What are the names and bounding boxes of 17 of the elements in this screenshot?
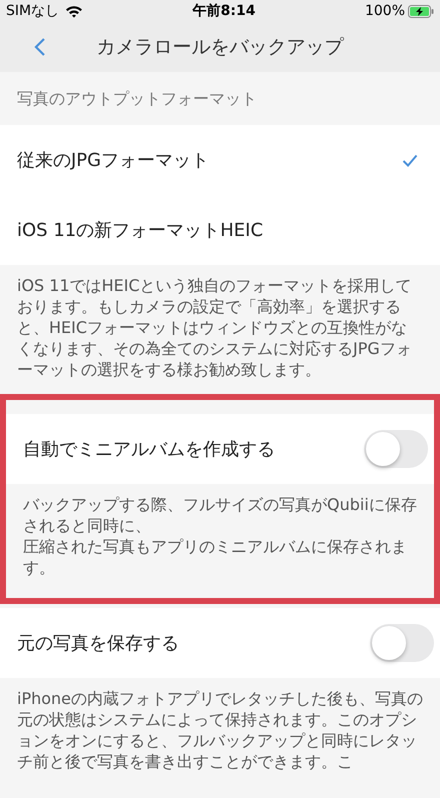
setting-description: iPhoneの内蔵フォトアプリでレタッチした後も、写真の元の状態はシステムによって保持されます。このオプションをオンにすると、フルバックアップと同時にレタッチ前と後で写真を書き出すことができます。こ	[17, 688, 423, 772]
carrier-text: SIMなし	[6, 2, 60, 20]
clock-text: 午前8:14	[192, 2, 256, 20]
setting-label: 元の写真を保存する	[17, 632, 179, 656]
format-description: iOS 11ではHEICという独自のフォーマットを採用しております。もしカメラの設定で「高効率」を選択すると、HEICフォーマットはウィンドウズとの互換性がなくなります、その為全てのシステムに対応するJPGフォーマットの選択をする様お勧め致します。	[17, 275, 413, 380]
nav-title: カメラロールをバックアップ	[96, 34, 344, 60]
back-icon[interactable]	[34, 37, 46, 57]
format-option[interactable]: 従来のJPGフォーマット	[17, 146, 210, 174]
battery-percent: 100%	[364, 2, 405, 20]
toggle-switch[interactable]	[364, 430, 428, 468]
section-header: 写真のアウトプットフォーマット	[17, 88, 257, 110]
setting-description: 圧縮された写真もアプリのミニアルバムに保存されます。	[23, 536, 408, 578]
battery-charging-icon	[408, 4, 434, 18]
setting-description: バックアップする際、フルサイズの写真がQubiiに保存されると同時に、	[23, 494, 417, 536]
wifi-icon	[65, 4, 84, 18]
toggle-switch[interactable]	[370, 624, 434, 662]
setting-label: 自動でミニアルバムを作成する	[23, 438, 275, 462]
